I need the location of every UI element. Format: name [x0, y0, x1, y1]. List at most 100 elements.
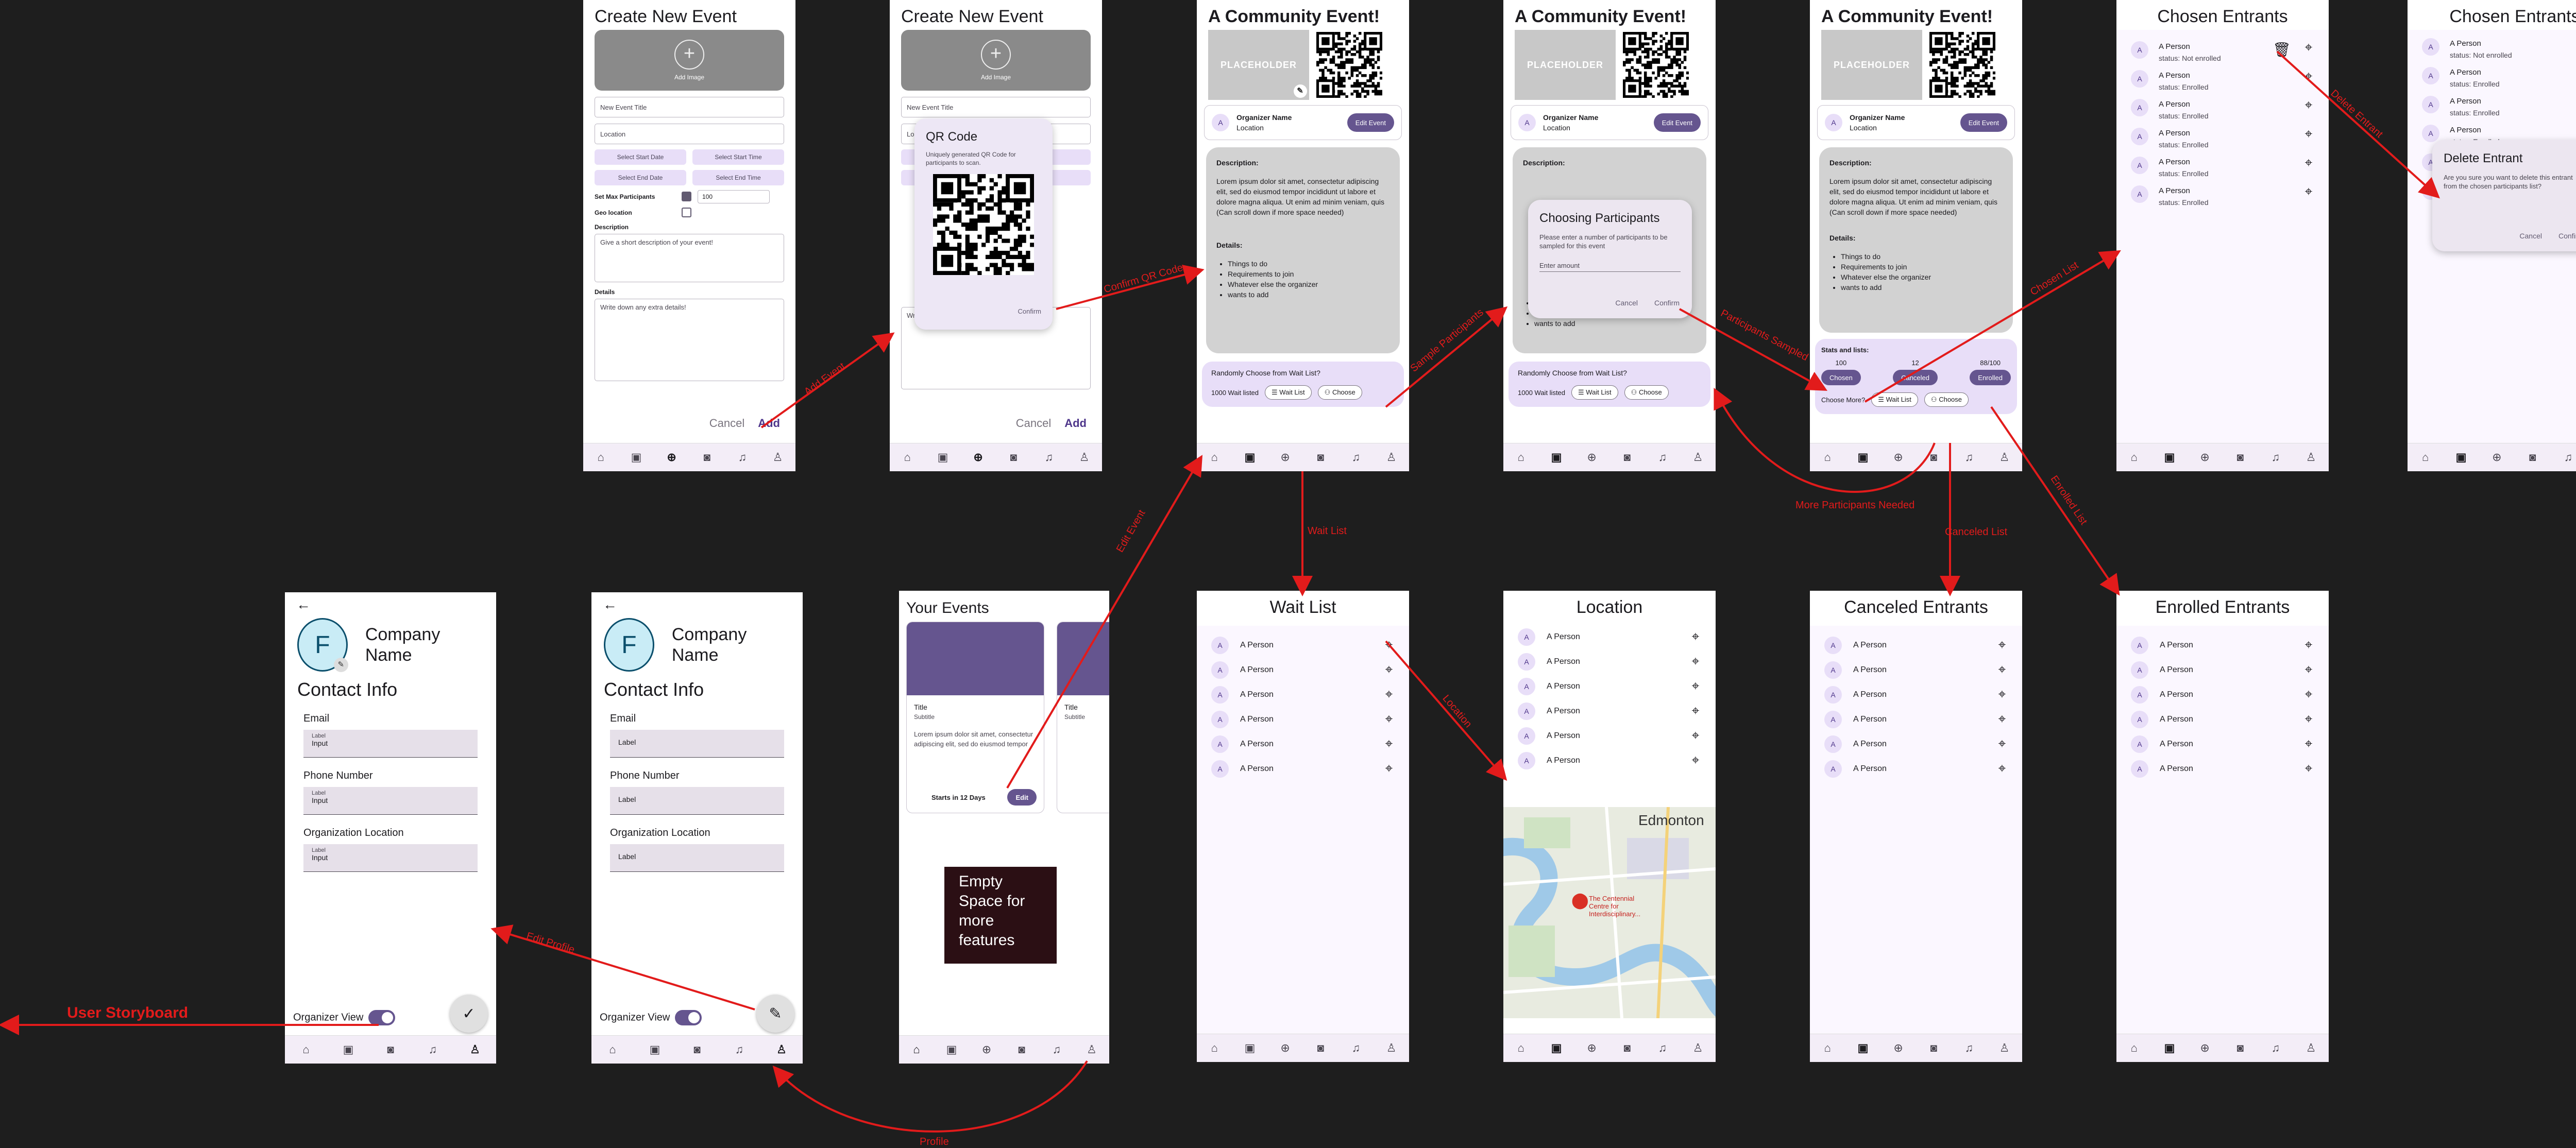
location-pin-icon[interactable]: ⌖ — [2303, 127, 2314, 143]
camera-icon[interactable]: ◙ — [1014, 1042, 1029, 1057]
bell-icon[interactable]: ♫ — [425, 1042, 440, 1057]
person-icon[interactable]: ♙ — [1084, 1042, 1099, 1057]
bell-icon[interactable]: ♫ — [1348, 450, 1364, 465]
list-item[interactable]: A A Person ⌖ — [1197, 658, 1409, 682]
event-title-field[interactable]: New Event Title — [901, 97, 1091, 117]
camera-icon[interactable]: ◙ — [1313, 450, 1328, 465]
location-pin-icon[interactable]: ⌖ — [1996, 638, 2008, 653]
add-circle-icon[interactable]: ⊕ — [2489, 450, 2504, 465]
list-item[interactable]: A A Person ⌖ — [1503, 625, 1716, 649]
location-pin-icon[interactable]: ⌖ — [1996, 761, 2008, 777]
home-icon[interactable]: ⌂ — [298, 1042, 314, 1057]
camera-icon[interactable]: ◙ — [1006, 450, 1021, 465]
list-item[interactable]: A A Person ⌖ — [2116, 633, 2329, 658]
ticket-icon[interactable]: ▣ — [935, 450, 951, 465]
person-icon[interactable]: ♙ — [770, 450, 786, 465]
list-item[interactable]: A A Person ⌖ — [2116, 732, 2329, 757]
add-circle-icon[interactable]: ⊕ — [1584, 1040, 1600, 1056]
list-item[interactable]: A A Person ⌖ — [2116, 658, 2329, 682]
list-item[interactable]: AA Personstatus: Not enrolled⌖ — [2408, 35, 2576, 64]
list-item[interactable]: A A Person ⌖ — [1197, 707, 1409, 732]
add-circle-icon[interactable]: ⊕ — [971, 450, 986, 465]
location-pin-icon[interactable]: ⌖ — [1383, 761, 1395, 777]
location-pin-icon[interactable]: ⌖ — [2303, 184, 2314, 201]
list-item[interactable]: A A Person ⌖ — [1503, 748, 1716, 773]
location-pin-icon[interactable]: ⌖ — [1383, 638, 1395, 653]
start-date-button[interactable]: Select Start Date — [595, 149, 686, 165]
list-item[interactable]: AA Personstatus: Enrolled⌖ — [2116, 182, 2329, 211]
bell-icon[interactable]: ♫ — [2268, 1040, 2283, 1056]
edit-event-button[interactable]: Edit Event — [1347, 113, 1394, 132]
location-pin-icon[interactable]: ⌖ — [1383, 662, 1395, 678]
list-item[interactable]: AA Personstatus: Enrolled⌖ — [2116, 67, 2329, 96]
wait-list-button[interactable]: ☰ Wait List — [1265, 385, 1312, 400]
camera-icon[interactable]: ◙ — [689, 1042, 705, 1057]
list-item[interactable]: A A Person ⌖ — [1197, 757, 1409, 781]
add-circle-icon[interactable]: ⊕ — [2197, 450, 2213, 465]
ticket-icon[interactable]: ▣ — [1549, 1040, 1564, 1056]
location-pin-icon[interactable]: ⌖ — [2303, 156, 2314, 172]
bell-icon[interactable]: ♫ — [1655, 1040, 1670, 1056]
person-icon[interactable]: ♙ — [1997, 1040, 2012, 1056]
list-item[interactable]: A A Person ⌖ — [1810, 682, 2022, 707]
camera-icon[interactable]: ◙ — [1619, 1040, 1635, 1056]
pencil-icon[interactable]: ✎ — [1294, 84, 1307, 98]
location-pin-icon[interactable]: ⌖ — [1383, 687, 1395, 702]
ticket-icon[interactable]: ▣ — [647, 1042, 663, 1057]
list-item[interactable]: AA Personstatus: Enrolled⌖ — [2408, 64, 2576, 93]
ticket-icon[interactable]: ▣ — [1855, 1040, 1871, 1056]
list-item[interactable]: A A Person ⌖ — [1503, 649, 1716, 674]
location-pin-icon[interactable]: ⌖ — [1690, 753, 1701, 768]
add-circle-icon[interactable]: ⊕ — [2197, 1040, 2213, 1056]
bell-icon[interactable]: ♫ — [2268, 450, 2283, 465]
list-item[interactable]: AA Personstatus: Enrolled⌖ — [2116, 96, 2329, 125]
organizer-view-toggle[interactable] — [675, 1010, 702, 1025]
company-avatar[interactable]: F ✎ — [297, 618, 348, 672]
location-pin-icon[interactable]: ⌖ — [1690, 654, 1701, 670]
add-circle-icon[interactable]: ⊕ — [1278, 450, 1293, 465]
home-icon[interactable]: ⌂ — [2126, 1040, 2142, 1056]
map-view[interactable]: Edmonton ⬤ The Centennial Centre for Int… — [1503, 807, 1716, 1018]
list-item[interactable]: A A Person ⌖ — [1197, 633, 1409, 658]
description-textarea[interactable]: Give a short description of your event! — [595, 234, 784, 282]
home-icon[interactable]: ⌂ — [1207, 450, 1222, 465]
trash-icon[interactable]: 🗑 — [2273, 41, 2291, 58]
geo-checkbox[interactable] — [682, 208, 691, 217]
cancel-button[interactable]: Cancel — [1615, 299, 1638, 307]
choose-button[interactable]: ⚇ Choose — [1624, 385, 1669, 400]
ticket-icon[interactable]: ▣ — [1855, 450, 1871, 465]
camera-icon[interactable]: ◙ — [383, 1042, 398, 1057]
location-pin-icon[interactable]: ⌖ — [1383, 712, 1395, 727]
back-arrow-icon[interactable]: ← — [285, 592, 496, 613]
checkmark-icon[interactable]: ✓ — [450, 995, 488, 1033]
bell-icon[interactable]: ♫ — [2561, 450, 2576, 465]
location-field[interactable]: Location — [595, 124, 784, 144]
location-pin-icon[interactable]: ⌖ — [1996, 687, 2008, 702]
wait-list-button[interactable]: ☰ Wait List — [1871, 392, 1918, 407]
home-icon[interactable]: ⌂ — [909, 1042, 924, 1057]
location-pin-icon[interactable]: ⌖ — [2303, 687, 2314, 702]
confirm-button[interactable]: Confirm — [1654, 299, 1680, 307]
home-icon[interactable]: ⌂ — [605, 1042, 620, 1057]
cancel-button[interactable]: Cancel — [1016, 417, 1051, 430]
event-card[interactable]: Title Subtitle — [1057, 622, 1109, 813]
camera-icon[interactable]: ◙ — [2525, 450, 2540, 465]
enrolled-button[interactable]: Enrolled — [1970, 370, 2011, 385]
wait-list-button[interactable]: ☰ Wait List — [1571, 385, 1618, 400]
pencil-icon[interactable]: ✎ — [333, 658, 348, 672]
home-icon[interactable]: ⌂ — [2126, 450, 2142, 465]
bell-icon[interactable]: ♫ — [1961, 1040, 1977, 1056]
camera-icon[interactable]: ◙ — [1926, 450, 1941, 465]
location-pin-icon[interactable]: ⌖ — [1996, 662, 2008, 678]
location-pin-icon[interactable]: ⌖ — [1690, 629, 1701, 645]
cancel-button[interactable]: Cancel — [2519, 232, 2542, 240]
home-icon[interactable]: ⌂ — [1820, 450, 1835, 465]
email-field[interactable]: Label Input — [303, 730, 478, 758]
home-icon[interactable]: ⌂ — [1513, 1040, 1529, 1056]
list-item[interactable]: A A Person ⌖ — [1503, 674, 1716, 699]
list-item[interactable]: AA Personstatus: Enrolled⌖ — [2116, 125, 2329, 153]
choose-button[interactable]: ⚇ Choose — [1317, 385, 1362, 400]
pencil-icon[interactable]: ✎ — [756, 995, 794, 1033]
list-item[interactable]: A A Person ⌖ — [1197, 732, 1409, 757]
back-arrow-icon[interactable]: ← — [591, 592, 803, 613]
